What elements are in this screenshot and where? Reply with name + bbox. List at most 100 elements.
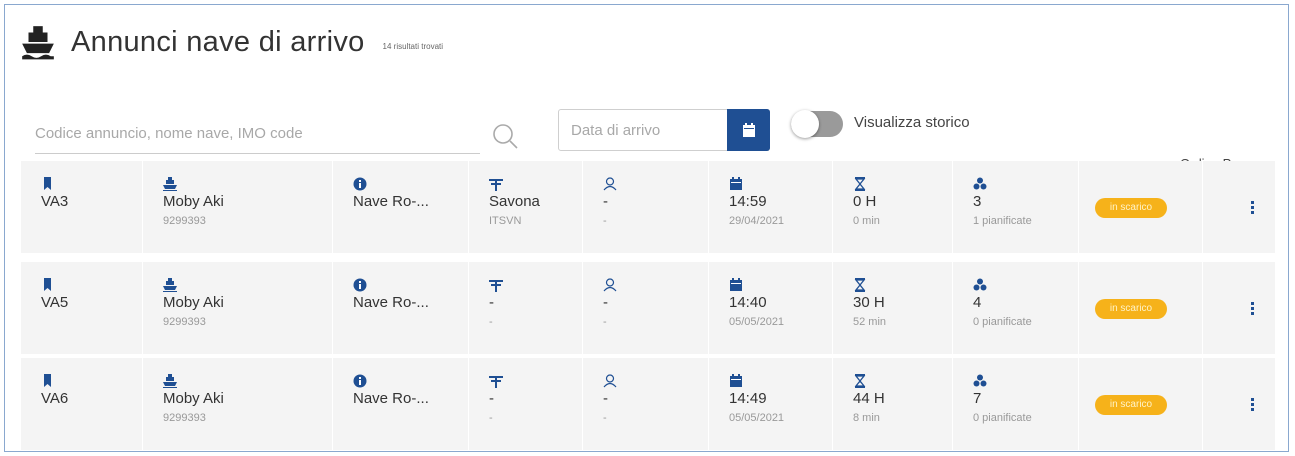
- duration-hours: 0 H: [853, 193, 877, 210]
- cell-status: in scarico: [1079, 262, 1203, 354]
- arrival-date-input[interactable]: [571, 110, 721, 150]
- ship-icon: [163, 374, 177, 388]
- agent: -: [603, 390, 608, 407]
- duration-minutes: 8 min: [853, 412, 880, 424]
- user-icon: [603, 278, 617, 292]
- arrival-date: 29/04/2021: [729, 215, 785, 227]
- table-row[interactable]: VA6 Moby Aki 9299393 Nave Ro-... - - - -…: [21, 358, 1275, 450]
- planned-count: 0 pianificate: [973, 316, 1032, 328]
- page-header: Annunci nave di arrivo 14 risultati trov…: [19, 23, 443, 61]
- cell-arrival: 14:59 29/04/2021: [709, 161, 833, 253]
- ship-icon: [163, 177, 177, 191]
- imo-code: 9299393: [163, 412, 206, 424]
- planned-count: 1 pianificate: [973, 215, 1032, 227]
- announcement-code: VA6: [41, 390, 69, 407]
- port-name: -: [489, 390, 494, 407]
- table-row[interactable]: VA3 Moby Aki 9299393 Nave Ro-... Savona …: [21, 161, 1275, 253]
- info-icon: [353, 177, 367, 191]
- page-title: Annunci nave di arrivo: [71, 26, 365, 58]
- duration-minutes: 52 min: [853, 316, 887, 328]
- table-row[interactable]: VA5 Moby Aki 9299393 Nave Ro-... - - - -…: [21, 262, 1275, 354]
- status-badge: in scarico: [1095, 198, 1167, 218]
- cell-type: Nave Ro-...: [333, 161, 469, 253]
- port-code: ITSVN: [489, 215, 522, 227]
- port-code: -: [489, 412, 493, 424]
- more-vert-icon[interactable]: [1251, 201, 1254, 216]
- agent-sub: -: [603, 215, 607, 227]
- duration-hours: 44 H: [853, 390, 885, 407]
- user-icon: [603, 374, 617, 388]
- search-field[interactable]: [35, 115, 480, 154]
- port-icon: [489, 179, 503, 191]
- cell-port: - -: [469, 262, 583, 354]
- hourglass-icon: [854, 177, 866, 191]
- port-icon: [489, 376, 503, 388]
- arrival-date-field[interactable]: [558, 109, 770, 151]
- operations-count: 4: [973, 294, 982, 311]
- imo-code: 9299393: [163, 215, 206, 227]
- cluster-icon: [973, 278, 987, 291]
- more-vert-icon[interactable]: [1251, 398, 1254, 413]
- arrival-date: 05/05/2021: [729, 316, 785, 328]
- calendar-icon: [730, 177, 742, 190]
- bookmark-icon: [44, 177, 51, 190]
- cell-status: in scarico: [1079, 161, 1203, 253]
- status-badge: in scarico: [1095, 299, 1167, 319]
- bookmark-icon: [44, 278, 51, 291]
- cell-operations: 3 1 pianificate: [953, 161, 1079, 253]
- ship-name: Moby Aki: [163, 294, 224, 311]
- duration-minutes: 0 min: [853, 215, 880, 227]
- cell-duration: 0 H 0 min: [833, 161, 953, 253]
- info-icon: [353, 278, 367, 292]
- user-icon: [603, 177, 617, 191]
- calendar-button[interactable]: [727, 109, 770, 151]
- agent: -: [603, 193, 608, 210]
- operations-count: 7: [973, 390, 982, 407]
- cell-agent: - -: [583, 358, 709, 450]
- cell-arrival: 14:49 05/05/2021: [709, 358, 833, 450]
- cell-ship: Moby Aki 9299393: [143, 358, 333, 450]
- result-count: 14 risultati trovati: [382, 42, 444, 51]
- history-toggle-knob: [791, 110, 819, 138]
- calendar-icon: [730, 278, 742, 291]
- cell-code: VA6: [21, 358, 143, 450]
- hourglass-icon: [854, 374, 866, 388]
- operations-count: 3: [973, 193, 982, 210]
- agent-sub: -: [603, 316, 607, 328]
- search-icon[interactable]: [489, 120, 521, 152]
- port-name: -: [489, 294, 494, 311]
- port-name: Savona: [489, 193, 540, 210]
- ship-type: Nave Ro-...: [353, 193, 429, 210]
- cluster-icon: [973, 374, 987, 387]
- cell-actions: [1203, 358, 1275, 450]
- arrival-time: 14:49: [729, 390, 767, 407]
- bookmark-icon: [44, 374, 51, 387]
- cell-actions: [1203, 161, 1275, 253]
- announcement-code: VA3: [41, 193, 69, 210]
- cell-duration: 30 H 52 min: [833, 262, 953, 354]
- cell-operations: 7 0 pianificate: [953, 358, 1079, 450]
- cell-status: in scarico: [1079, 358, 1203, 450]
- imo-code: 9299393: [163, 316, 206, 328]
- cell-actions: [1203, 262, 1275, 354]
- agent: -: [603, 294, 608, 311]
- more-vert-icon[interactable]: [1251, 302, 1254, 317]
- planned-count: 0 pianificate: [973, 412, 1032, 424]
- calendar-icon: [742, 123, 755, 137]
- cell-agent: - -: [583, 161, 709, 253]
- history-toggle[interactable]: [791, 110, 843, 138]
- cell-port: Savona ITSVN: [469, 161, 583, 253]
- calendar-icon: [730, 374, 742, 387]
- status-badge: in scarico: [1095, 395, 1167, 415]
- cell-arrival: 14:40 05/05/2021: [709, 262, 833, 354]
- hourglass-icon: [854, 278, 866, 292]
- cell-code: VA3: [21, 161, 143, 253]
- ship-type: Nave Ro-...: [353, 294, 429, 311]
- cell-type: Nave Ro-...: [333, 358, 469, 450]
- history-toggle-label: Visualizza storico: [854, 114, 970, 131]
- ship-type: Nave Ro-...: [353, 390, 429, 407]
- cell-ship: Moby Aki 9299393: [143, 262, 333, 354]
- search-input[interactable]: [35, 115, 480, 151]
- info-icon: [353, 374, 367, 388]
- ship-icon: [22, 26, 54, 60]
